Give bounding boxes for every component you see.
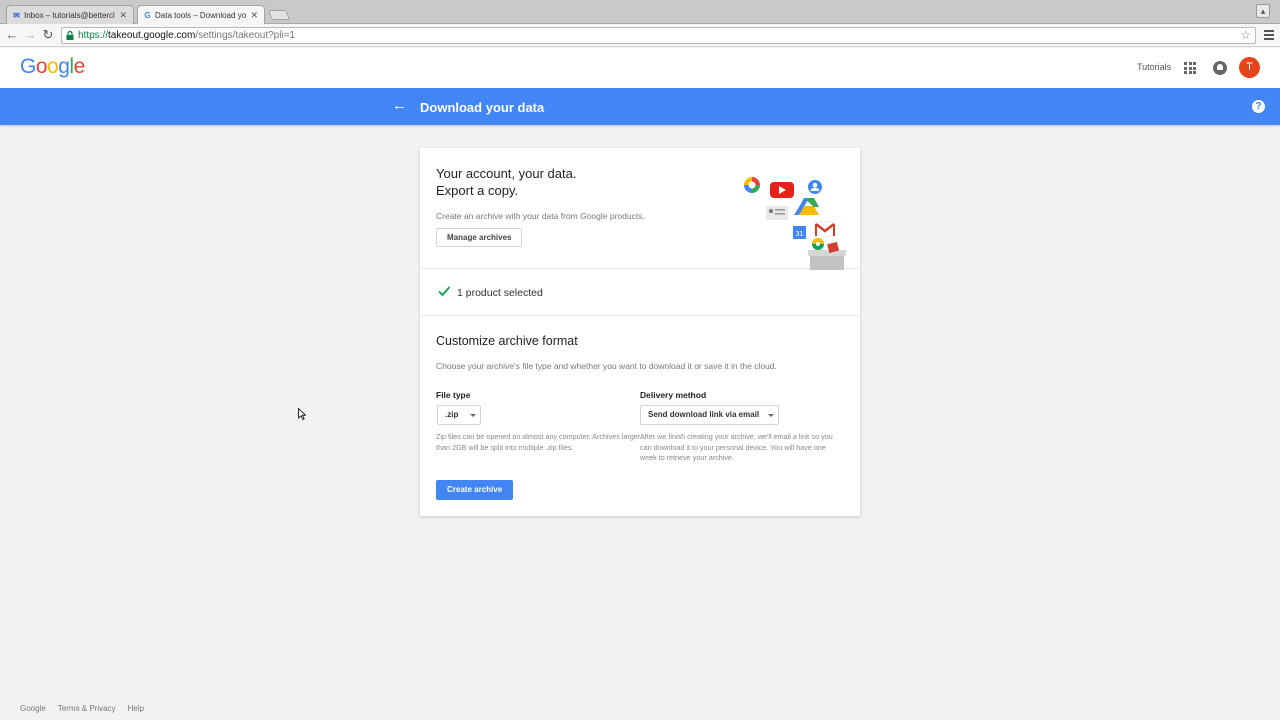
- delivery-method-help: After we finish creating your archive, w…: [640, 432, 833, 462]
- delivery-method-select[interactable]: Send download link via email: [640, 405, 779, 425]
- close-icon[interactable]: ✕: [119, 10, 127, 21]
- url-domain: takeout.google.com: [108, 30, 196, 41]
- footer-link-help[interactable]: Help: [128, 704, 144, 713]
- file-type-value: .zip: [445, 410, 459, 419]
- account-name-link[interactable]: Tutorials: [1137, 62, 1171, 72]
- file-type-label: File type: [436, 390, 471, 400]
- lock-icon: [66, 31, 74, 40]
- mail-icon: ✉: [13, 10, 20, 20]
- google-logo[interactable]: Google: [20, 55, 85, 79]
- dropdown-arrow-icon: [768, 414, 774, 417]
- chrome-menu-icon[interactable]: [1264, 28, 1274, 42]
- intro-heading-line2: Export a copy.: [436, 183, 519, 198]
- create-archive-button[interactable]: Create archive: [436, 480, 514, 500]
- browser-toolbar: ← → ↻ https://takeout.google.com/setting…: [0, 24, 1280, 47]
- section-title: Customize archive format: [436, 334, 578, 348]
- dropdown-arrow-icon: [470, 414, 476, 417]
- bookmark-star-icon[interactable]: ☆: [1240, 28, 1251, 43]
- svg-text:31: 31: [796, 231, 804, 238]
- url-path: /settings/takeout?pli=1: [195, 30, 296, 41]
- arrow-back-icon[interactable]: ←: [392, 98, 407, 114]
- intro-heading-line1: Your account, your data.: [436, 166, 577, 181]
- archive-format-section: Customize archive format Choose your arc…: [420, 316, 860, 516]
- takeout-card: Your account, your data. Export a copy. …: [420, 148, 860, 516]
- file-type-help: Zip files can be opened on almost any co…: [436, 432, 641, 452]
- page-title-bar: ← Download your data ?: [0, 88, 1280, 125]
- footer-link-terms[interactable]: Terms & Privacy: [58, 704, 116, 713]
- delivery-method-label: Delivery method: [640, 390, 707, 400]
- url-scheme: https://: [78, 30, 109, 41]
- intro-section: Your account, your data. Export a copy. …: [420, 148, 860, 270]
- intro-description: Create an archive with your data from Go…: [436, 211, 645, 221]
- section-description: Choose your archive's file type and whet…: [436, 361, 777, 371]
- selected-products-section[interactable]: 1 product selected: [420, 269, 860, 316]
- google-products-illustration-icon: 31: [744, 177, 846, 270]
- google-header: Google Tutorials T: [0, 48, 1280, 88]
- close-icon[interactable]: ✕: [250, 10, 258, 21]
- tab-title: Data tools – Download yo: [155, 11, 247, 20]
- reload-icon[interactable]: ↻: [40, 27, 56, 43]
- forward-icon[interactable]: →: [22, 27, 38, 43]
- footer-link-google[interactable]: Google: [20, 704, 46, 713]
- back-icon[interactable]: ←: [4, 27, 20, 43]
- footer: Google Terms & Privacy Help: [20, 704, 156, 713]
- profile-icon[interactable]: ▴: [1256, 4, 1270, 18]
- tab-inbox[interactable]: ✉ Inbox – tutorials@bettercl ✕: [6, 5, 134, 24]
- delivery-method-value: Send download link via email: [648, 410, 760, 419]
- avatar[interactable]: T: [1239, 57, 1260, 78]
- browser-tab-strip: ✉ Inbox – tutorials@bettercl ✕ G Data to…: [0, 0, 1280, 25]
- new-tab-button[interactable]: [268, 10, 290, 20]
- check-icon: [438, 286, 451, 297]
- notifications-bell-icon[interactable]: [1213, 61, 1227, 75]
- tab-data-tools[interactable]: G Data tools – Download yo ✕: [137, 5, 265, 25]
- tab-title: Inbox – tutorials@bettercl: [24, 10, 115, 20]
- help-icon[interactable]: ?: [1252, 100, 1265, 113]
- manage-archives-button[interactable]: Manage archives: [436, 228, 523, 247]
- apps-grid-icon[interactable]: [1184, 62, 1196, 74]
- address-bar[interactable]: https://takeout.google.com/settings/take…: [61, 27, 1256, 44]
- file-type-select[interactable]: .zip: [437, 405, 481, 425]
- selected-products-count: 1 product selected: [457, 287, 543, 299]
- page-title: Download your data: [420, 100, 545, 115]
- google-g-icon: G: [144, 11, 151, 20]
- mouse-cursor-icon: [298, 408, 306, 420]
